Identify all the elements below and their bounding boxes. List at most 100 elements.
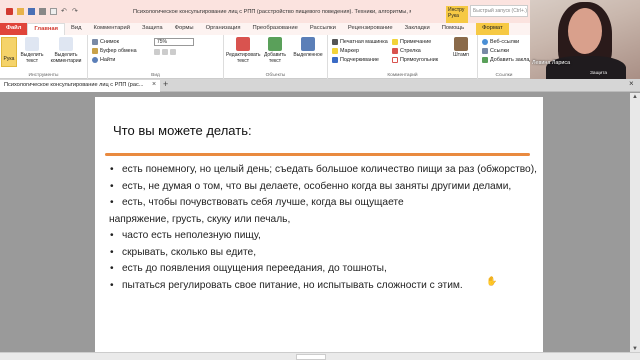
add-bookmark-label: Добавить заклад: [490, 57, 533, 63]
tab-view[interactable]: Вид: [65, 23, 88, 35]
page-heading: Что вы можете делать:: [113, 123, 252, 138]
bullet-icon: •: [110, 230, 114, 241]
marker-button[interactable]: Маркер: [332, 48, 359, 54]
group-view-label: Вид: [151, 73, 160, 78]
arrow-button[interactable]: Стрелка: [392, 48, 421, 54]
select-text-button[interactable]: Выделить текст: [18, 37, 46, 64]
add-text-button[interactable]: Добавить текст: [260, 37, 290, 64]
ribbon-tabs: Файл Главная Вид Комментарий Защита Форм…: [0, 23, 530, 35]
list-item-text: скрывать, сколько вы едите,: [122, 246, 257, 258]
tab-file[interactable]: Файл: [0, 23, 28, 35]
list-item-text: есть, не думая о том, что вы делаете, ос…: [122, 180, 512, 192]
tab-format[interactable]: Формат: [476, 23, 509, 35]
group-tools: Рука Выделить текст Выделить комментарии…: [0, 35, 88, 79]
zoom-select[interactable]: 75%: [154, 38, 194, 46]
list-item-text: часто есть неполезную пищу,: [122, 230, 261, 241]
new-tab-icon[interactable]: +: [163, 79, 168, 89]
underline-icon: [332, 57, 338, 63]
bullet-icon: •: [110, 180, 114, 192]
document-page: Что вы можете делать: • есть понемногу, н…: [95, 97, 543, 353]
clipboard-button[interactable]: Буфер обмена: [92, 48, 137, 54]
find-label: Найти: [100, 57, 116, 63]
bookmark-icon: [482, 57, 488, 63]
document-tab-title: Психологическое консультирование лиц с Р…: [4, 82, 144, 88]
selected-label: Выделенное: [293, 52, 323, 58]
close-tab-icon[interactable]: ×: [152, 81, 156, 88]
app-window: ↶ ↷ Психологическое консультирование лиц…: [0, 0, 640, 360]
list-item: • часто есть неполезную пищу,: [109, 229, 539, 243]
rotate-icon[interactable]: [170, 49, 176, 55]
zoom-buttons[interactable]: [154, 49, 176, 55]
redo-icon[interactable]: ↷: [72, 8, 79, 15]
stamp-button[interactable]: Штамп: [448, 37, 474, 58]
bullet-icon: •: [110, 263, 114, 274]
add-bookmark-button[interactable]: Добавить заклад: [482, 57, 533, 63]
typewriter-button[interactable]: Печатная машинка: [332, 39, 388, 45]
undo-icon[interactable]: ↶: [61, 8, 68, 15]
group-comment-label: Комментарий: [387, 73, 418, 78]
group-objects-label: Объекты: [265, 73, 286, 78]
tab-forms[interactable]: Формы: [169, 23, 200, 35]
selected-button[interactable]: Выделенное: [290, 37, 326, 58]
links-button[interactable]: Ссылки: [482, 48, 509, 54]
globe-icon: [482, 39, 488, 45]
list-item-text: есть до появления ощущения переедания, д…: [122, 263, 387, 274]
bullet-icon: •: [110, 246, 114, 258]
marker-icon: [332, 48, 338, 54]
tab-help[interactable]: Помощь: [436, 23, 470, 35]
tab-review[interactable]: Рецензирование: [342, 23, 399, 35]
context-tool-tab[interactable]: Инстру Рука: [446, 6, 468, 23]
stamp-icon: [454, 37, 468, 51]
list-item-text: пытаться регулировать свое питание, но и…: [122, 279, 463, 291]
link-icon: [482, 48, 488, 54]
note-icon: [392, 39, 398, 45]
tab-protect[interactable]: Защита: [136, 23, 169, 35]
tab-comment[interactable]: Комментарий: [88, 23, 137, 35]
tab-home[interactable]: Главная: [27, 23, 65, 35]
rectangle-button[interactable]: Прямоугольник: [392, 57, 438, 63]
document-tab[interactable]: Психологическое консультирование лиц с Р…: [0, 80, 160, 92]
vertical-scrollbar[interactable]: ▲ ▼: [630, 93, 640, 353]
close-document-icon[interactable]: ×: [629, 79, 634, 88]
group-links: Веб-ссылки Ссылки Добавить заклад Ссылки: [478, 35, 533, 79]
save-icon[interactable]: [28, 8, 35, 15]
edit-text-label: Редактировать текст: [226, 52, 261, 64]
hand-tool-button[interactable]: Рука: [1, 37, 17, 67]
select-comments-button[interactable]: Выделить комментарии: [46, 37, 86, 64]
zoom-in-icon[interactable]: [162, 49, 168, 55]
clipboard-icon: [92, 48, 98, 54]
underline-button[interactable]: Подчеркивание: [332, 57, 379, 63]
quick-search-input[interactable]: Быстрый запуск (Ctrl+.): [470, 5, 528, 17]
list-item-text: есть понемногу, но целый день; съедать б…: [122, 164, 537, 175]
app-logo-icon: [6, 8, 13, 15]
list-item: • пытаться регулировать свое питание, но …: [109, 279, 539, 293]
snapshot-button[interactable]: Снимок: [92, 39, 119, 45]
print-icon[interactable]: [39, 8, 46, 15]
scroll-up-icon[interactable]: ▲: [632, 94, 638, 100]
document-viewport[interactable]: Что вы можете делать: • есть понемногу, н…: [0, 93, 640, 353]
group-view: Снимок Буфер обмена Найти 75% Вид: [88, 35, 224, 79]
tab-mailings[interactable]: Рассылки: [304, 23, 342, 35]
note-button[interactable]: Примечание: [392, 39, 431, 45]
zoom-out-icon[interactable]: [154, 49, 160, 55]
page-number-box[interactable]: [296, 354, 326, 360]
list-item: • скрывать, сколько вы едите,: [109, 246, 539, 260]
select-text-label: Выделить текст: [20, 52, 44, 64]
new-icon[interactable]: [50, 8, 57, 15]
tab-organize[interactable]: Организация: [200, 23, 247, 35]
hand-cursor-icon: ✋: [486, 276, 498, 286]
weblinks-button[interactable]: Веб-ссылки: [482, 39, 519, 45]
tab-bookmarks[interactable]: Закладки: [399, 23, 436, 35]
bullet-list: • есть понемногу, но целый день; съедать …: [109, 163, 539, 295]
rectangle-icon: [392, 57, 398, 63]
edit-text-button[interactable]: Редактировать текст: [226, 37, 261, 64]
note-label: Примечание: [400, 39, 432, 45]
find-button[interactable]: Найти: [92, 57, 115, 63]
tab-convert[interactable]: Преобразование: [247, 23, 304, 35]
arrow-label: Стрелка: [400, 48, 421, 54]
cursor-icon: [25, 37, 39, 51]
stamp-label: Штамп: [453, 52, 469, 58]
typewriter-label: Печатная машинка: [340, 39, 388, 45]
open-icon[interactable]: [17, 8, 24, 15]
list-item: • есть понемногу, но целый день; съедать …: [109, 163, 539, 177]
